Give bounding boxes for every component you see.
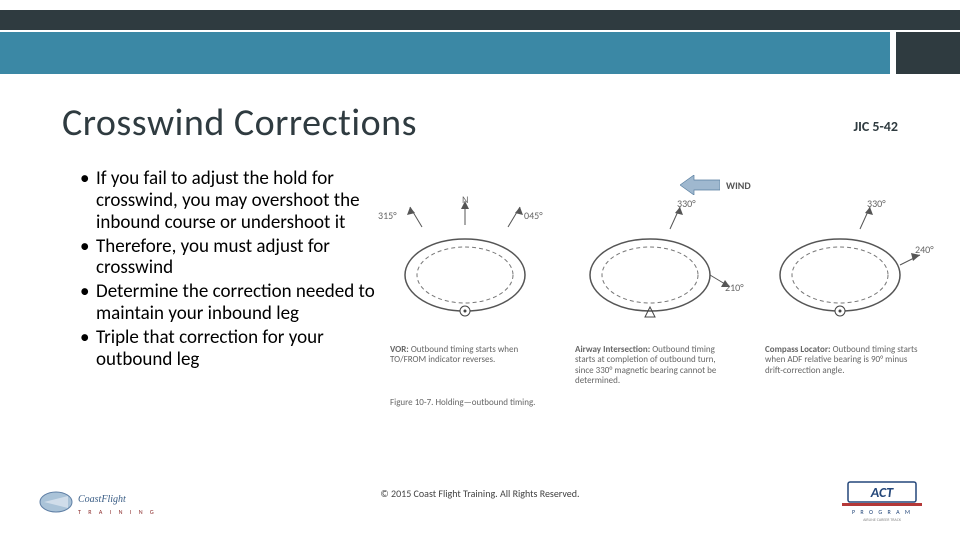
slide-reference: JIC 5-42	[853, 118, 898, 135]
wind-label: WIND	[726, 179, 751, 192]
svg-text:ACT: ACT	[870, 484, 895, 501]
bullet-list: If you fail to adjust the hold for cross…	[80, 168, 380, 373]
svg-text:P R O G R A M: P R O G R A M	[852, 508, 912, 516]
angle-label: 330°	[867, 197, 886, 210]
logo-icon: CoastFlight T R A I N I N G	[38, 482, 158, 522]
coast-flight-logo: CoastFlight T R A I N I N G	[38, 482, 158, 522]
bullet-item: If you fail to adjust the hold for cross…	[80, 168, 380, 234]
bullet-item: Therefore, you must adjust for crosswind	[80, 236, 380, 280]
caption-bold: VOR:	[390, 344, 409, 355]
figure-area: WIND 315° N 045° VOR: Outbound timing st…	[390, 175, 930, 405]
slide: Crosswind Corrections JIC 5-42 If you fa…	[0, 0, 960, 540]
bullet-item: Triple that correction for your outbound…	[80, 327, 380, 371]
bullet-item: Determine the correction needed to maint…	[80, 281, 380, 325]
holding-pattern-intersection: 330° 210° Airway Intersection: Outbound …	[575, 195, 735, 325]
wind-indicator: WIND	[680, 175, 751, 195]
pattern-diagram-icon	[575, 195, 735, 325]
header-bar-dark	[0, 10, 960, 30]
angle-label: N	[462, 193, 468, 206]
svg-text:CoastFlight: CoastFlight	[78, 494, 126, 505]
caption-bold: Airway Intersection:	[575, 344, 650, 355]
header-bar-right-dark	[896, 32, 960, 74]
logo-icon: ACT P R O G R A M AIRLINE CAREER TRACK	[842, 478, 922, 522]
pattern-diagram-icon	[765, 195, 925, 325]
holding-pattern-compass: 330° 240° Compass Locator: Outbound timi…	[765, 195, 925, 325]
caption-bold: Compass Locator:	[765, 344, 831, 355]
angle-label: 315°	[378, 209, 397, 222]
act-program-logo: ACT P R O G R A M AIRLINE CAREER TRACK	[842, 478, 922, 522]
wind-arrow-icon	[680, 175, 720, 195]
holding-pattern-vor: 315° N 045° VOR: Outbound timing starts …	[390, 195, 550, 325]
angle-label: 045°	[524, 209, 543, 222]
figure-label: Figure 10-7. Holding—outbound timing.	[390, 397, 535, 408]
caption-rest: Outbound timing starts when TO/FROM indi…	[390, 344, 518, 365]
header-bar-blue	[0, 32, 890, 74]
svg-text:T R A I N I N G: T R A I N I N G	[78, 508, 157, 516]
svg-text:AIRLINE CAREER TRACK: AIRLINE CAREER TRACK	[863, 518, 902, 522]
angle-label: 210°	[725, 281, 744, 294]
angle-label: 240°	[915, 243, 934, 256]
slide-title: Crosswind Corrections	[62, 100, 417, 146]
angle-label: 330°	[677, 197, 696, 210]
